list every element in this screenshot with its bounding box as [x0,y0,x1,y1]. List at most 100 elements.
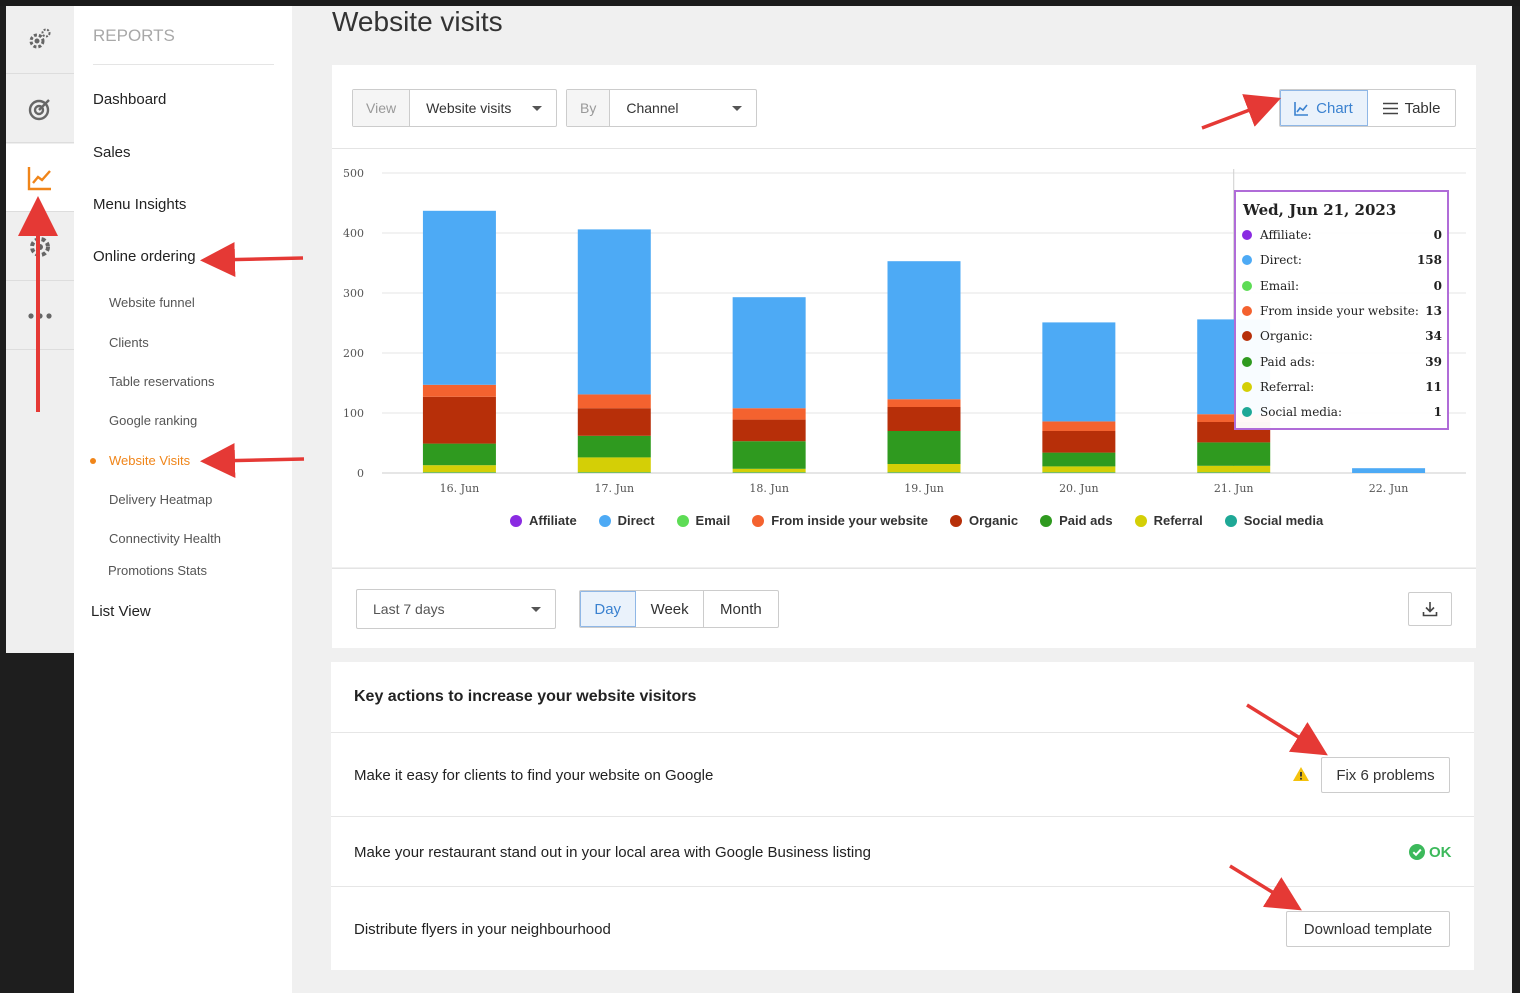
nav-list-view[interactable]: List View [91,603,151,620]
tooltip-marker [1242,280,1252,291]
subnav-connectivity-health[interactable]: Connectivity Health [109,531,221,546]
view-toggle: Chart Table [1279,89,1456,127]
legend-label: Affiliate [529,513,577,528]
rail-reports[interactable] [6,144,74,212]
y-tick-label: 200 [343,347,364,360]
bar-segment [732,441,806,469]
tooltip-series-value: 1 [1433,405,1442,420]
subnav-delivery-heatmap[interactable]: Delivery Heatmap [109,492,212,507]
view-select[interactable]: View Website visits [352,89,557,127]
page-title: Website visits [332,6,503,37]
tooltip-series-name: Referral: [1260,379,1315,394]
line-chart-icon [1294,101,1309,116]
bar-segment [577,394,651,409]
week-button[interactable]: Week [636,591,704,627]
subnav-website-funnel[interactable]: Website funnel [109,295,195,310]
day-button[interactable]: Day [580,591,637,627]
tooltip-series-name: From inside your website: [1260,303,1419,318]
nav-dashboard[interactable]: Dashboard [93,91,166,108]
tooltip-title: Wed, Jun 21, 2023 [1243,201,1397,219]
rail-more[interactable] [6,282,74,350]
tooltip-series-value: 13 [1425,303,1442,318]
bar-segment [1042,431,1116,453]
table-view-button[interactable]: Table [1368,90,1455,126]
legend-label: Referral [1153,513,1203,528]
tooltip-row: Email: 0 [1242,279,1442,293]
bar-segment [577,472,651,473]
bar-segment [422,465,496,473]
legend-item[interactable]: Organic [949,513,1019,528]
legend-marker [598,514,611,527]
nav-sales[interactable]: Sales [93,144,131,161]
bar-segment [1042,466,1116,473]
nav-online-ordering[interactable]: Online ordering [93,248,196,265]
download-template-button[interactable]: Download template [1286,911,1450,947]
x-tick-label: 21. Jun [1214,482,1254,495]
action-row-flyers: Distribute flyers in your neighbourhood … [331,886,1474,970]
bar-segment [422,210,496,385]
date-range-value: Last 7 days [373,601,445,617]
tooltip-marker [1242,331,1252,342]
nav-menu-insights[interactable]: Menu Insights [93,196,186,213]
by-select-label: By [567,90,611,126]
legend-label: Organic [968,513,1019,528]
rail-marketing[interactable] [6,75,74,143]
divider [93,64,274,65]
fix-problems-button[interactable]: Fix 6 problems [1321,757,1450,793]
active-indicator [90,458,96,464]
chevron-down-icon [532,105,542,111]
tooltip-series-name: Affiliate: [1260,228,1312,242]
tooltip-series-name: Social media: [1260,405,1343,420]
rail-settings[interactable] [6,6,74,74]
actions-title: Key actions to increase your website vis… [354,688,697,705]
x-tick-label: 17. Jun [594,482,634,495]
subnav-clients[interactable]: Clients [109,335,149,350]
by-select[interactable]: By Channel [566,89,757,127]
legend-label: Direct [617,513,655,528]
chart-view-button[interactable]: Chart [1280,90,1368,126]
reports-title: REPORTS [93,26,175,45]
tooltip-series-value: 11 [1425,379,1442,394]
legend-item[interactable]: From inside your website [752,513,928,528]
y-tick-label: 100 [343,407,364,420]
bar-segment [577,408,651,436]
target-icon [28,98,50,120]
tooltip-row: Direct: 158 [1242,253,1442,267]
actions-header: Key actions to increase your website vis… [331,662,1474,732]
date-range-select[interactable]: Last 7 days [356,589,556,629]
action-row-google: Make it easy for clients to find your we… [331,732,1474,816]
view-select-value: Website visits [426,100,512,116]
subnav-google-ranking[interactable]: Google ranking [109,413,197,428]
tooltip-series-value: 39 [1425,354,1442,369]
ok-status: OK [1429,844,1452,861]
bar-segment [887,407,961,431]
download-button[interactable] [1408,592,1452,626]
subnav-promotions-stats[interactable]: Promotions Stats [108,563,207,578]
chart-view-label: Chart [1316,99,1353,117]
legend-item[interactable]: Direct [598,513,655,528]
legend-marker [1040,514,1053,527]
legend-item[interactable]: Paid ads [1040,513,1113,528]
bar-segment [1042,472,1116,473]
legend-item[interactable]: Referral [1134,513,1203,528]
legend-label: From inside your website [771,513,928,528]
legend-item[interactable]: Email [676,513,730,528]
legend-item[interactable]: Social media [1224,513,1323,528]
legend-marker [752,514,765,527]
month-button[interactable]: Month [704,591,778,627]
view-select-label: View [353,90,411,126]
settings-gears-icon [29,28,51,48]
subnav-table-reservations[interactable]: Table reservations [109,374,215,389]
bar-segment [422,443,496,466]
chevron-down-icon [732,105,742,111]
bar-segment [887,399,961,407]
tooltip-series-name: Email: [1260,278,1300,293]
legend-item[interactable]: Affiliate [510,513,577,528]
bar-segment [732,297,806,409]
subnav-website-visits[interactable]: Website Visits [90,453,190,468]
chart-legend: Affiliate Direct Email From inside your web… [510,513,1345,528]
bar-segment [887,431,961,464]
rail-setup[interactable] [6,213,74,281]
bar-segment [1042,452,1116,467]
chart-tooltip: Wed, Jun 21, 2023 Affiliate: 0 Direct: 158 E… [1234,190,1449,430]
